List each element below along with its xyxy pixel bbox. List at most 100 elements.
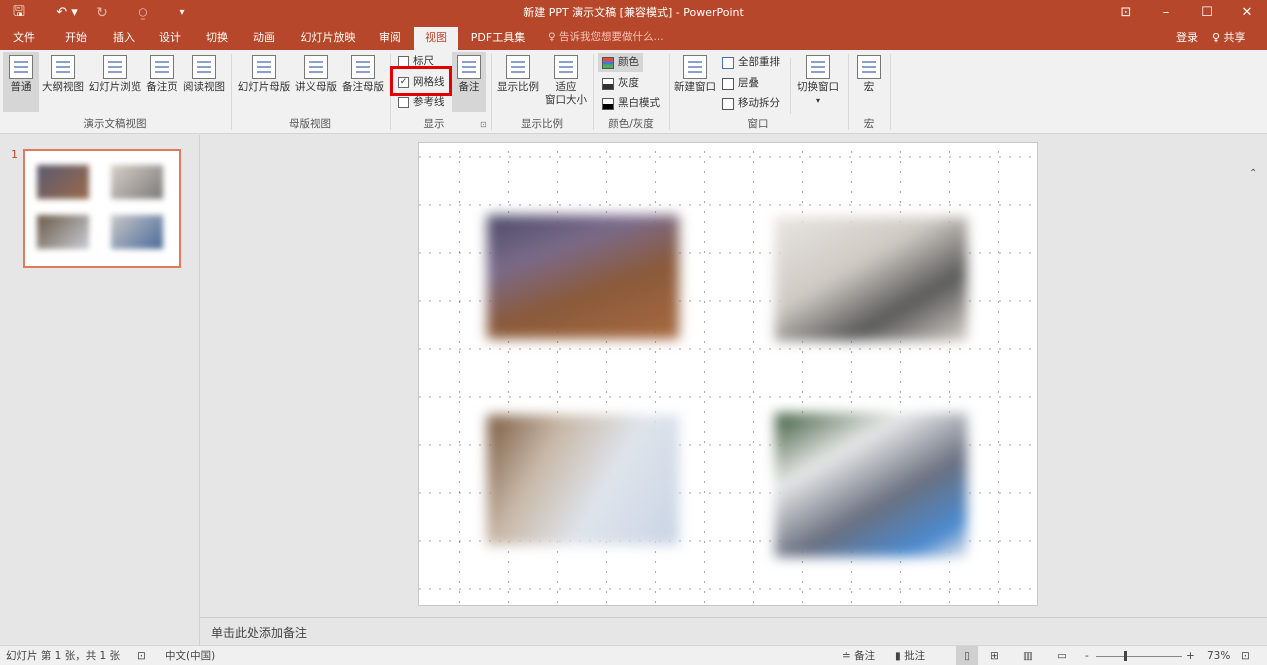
cascade-button[interactable]: 层叠	[722, 74, 759, 93]
notes-pane[interactable]: 单击此处添加备注	[200, 617, 1267, 645]
normal-view-status-icon[interactable]: ▯	[956, 646, 978, 665]
group-divider	[790, 58, 791, 114]
arrange-all-icon	[722, 56, 734, 69]
slide-count-status: 幻灯片 第 1 张，共 1 张	[6, 650, 121, 662]
slide-image-laptop-desk[interactable]	[487, 215, 679, 339]
new-window-button[interactable]: 新建窗口	[672, 52, 718, 112]
group-label-zoom: 显示比例	[521, 118, 563, 130]
slide-image-desk-items[interactable]	[775, 413, 967, 557]
tab-animations[interactable]: 动画	[244, 25, 284, 50]
group-label-color: 颜色/灰度	[608, 118, 654, 130]
magnifier-icon	[506, 55, 530, 79]
handout-master-button[interactable]: 讲义母版	[293, 52, 339, 112]
slide-master-icon	[252, 55, 276, 79]
redo-icon[interactable]: ↻	[92, 0, 112, 25]
save-icon[interactable]: 🖫	[8, 0, 30, 25]
slide-master-button[interactable]: 幻灯片母版	[236, 52, 292, 112]
close-button[interactable]: ✕	[1227, 0, 1267, 25]
spell-check-icon[interactable]: ⊡	[137, 646, 146, 665]
notes-master-button[interactable]: 备注母版	[340, 52, 386, 112]
group-label-window: 窗口	[747, 118, 769, 130]
slide-sorter-button[interactable]: 幻灯片浏览	[87, 52, 143, 112]
macros-icon	[857, 55, 881, 79]
move-split-button[interactable]: 移动拆分	[722, 94, 780, 113]
reading-view-status-icon[interactable]: ▥	[1023, 646, 1033, 665]
arrange-all-button[interactable]: 全部重排	[722, 53, 780, 72]
black-white-swatch-icon	[602, 97, 614, 110]
handout-master-icon	[304, 55, 328, 79]
notes-page-button[interactable]: 备注页	[144, 52, 180, 112]
group-divider	[848, 54, 849, 130]
tab-insert[interactable]: 插入	[104, 25, 144, 50]
zoom-out-button[interactable]: -	[1085, 646, 1089, 665]
slide-sorter-icon	[103, 55, 127, 79]
sign-in-link[interactable]: 登录	[1176, 25, 1198, 50]
fit-slide-icon[interactable]: ⊡	[1241, 646, 1250, 665]
tab-view[interactable]: 视图	[414, 27, 458, 50]
slide-image-tablet-hand[interactable]	[487, 415, 679, 545]
group-label-presentation-views: 演示文稿视图	[83, 118, 147, 130]
dropdown-arrow-icon: ▾	[815, 96, 820, 105]
zoom-level[interactable]: 73%	[1207, 646, 1230, 665]
group-label-show: 显示	[423, 118, 445, 130]
notes-icon	[457, 55, 481, 79]
grayscale-button[interactable]: 灰度	[602, 74, 639, 93]
reading-view-button[interactable]: 阅读视图	[181, 52, 227, 112]
gridlines-highlight-box	[390, 66, 452, 96]
minimize-button[interactable]: –	[1146, 0, 1186, 25]
tell-me-search[interactable]: ♀ 告诉我您想要做什么...	[548, 25, 664, 50]
tab-slide-show[interactable]: 幻灯片放映	[292, 25, 364, 50]
maximize-button[interactable]: ☐	[1187, 0, 1227, 25]
fit-to-window-button[interactable]: 适应 窗口大小	[542, 52, 590, 112]
ribbon-display-options-icon[interactable]: ⊡	[1106, 0, 1146, 25]
new-window-icon	[683, 55, 707, 79]
start-from-beginning-icon[interactable]: ⍜	[132, 0, 154, 25]
zoom-slider-thumb[interactable]	[1124, 651, 1127, 661]
grayscale-swatch-icon	[602, 77, 614, 90]
tab-pdf-tools[interactable]: PDF工具集	[466, 25, 530, 50]
slide-canvas[interactable]	[418, 142, 1038, 606]
notes-status-button[interactable]: ≐ 备注	[842, 646, 875, 665]
zoom-slider-track[interactable]	[1096, 656, 1182, 657]
zoom-button[interactable]: 显示比例	[495, 52, 541, 112]
color-button[interactable]: 颜色	[598, 53, 643, 72]
group-divider	[890, 54, 891, 130]
window-title: 新建 PPT 演示文稿 [兼容模式] - PowerPoint	[523, 6, 744, 19]
thumbnail-image	[111, 165, 163, 199]
ribbon-view: 普通 大纲视图 幻灯片浏览 备注页 阅读视图 演示文稿视图 幻灯片母版 讲义母版…	[0, 50, 1267, 179]
black-white-button[interactable]: 黑白模式	[602, 94, 660, 113]
ribbon-tabs: 文件 开始 插入 设计 切换 动画 幻灯片放映 审阅 视图 PDF工具集 ♀ 告…	[0, 25, 1267, 50]
zoom-in-button[interactable]: +	[1186, 646, 1195, 665]
checkbox-unchecked-icon	[398, 55, 409, 67]
slide-image-keyboard-notebook[interactable]	[775, 217, 967, 341]
tab-transitions[interactable]: 切换	[197, 25, 237, 50]
color-swatch-icon	[602, 56, 614, 69]
normal-view-button[interactable]: 普通	[3, 52, 39, 112]
undo-icon[interactable]: ↶ ▾	[50, 0, 84, 25]
customize-quick-access-icon[interactable]: ▾	[174, 0, 190, 25]
slide-thumbnail[interactable]	[23, 149, 181, 268]
share-button[interactable]: ♀ 共享	[1212, 25, 1246, 50]
slide-show-status-icon[interactable]: ▭	[1057, 646, 1067, 665]
slide-sorter-status-icon[interactable]: ⊞	[990, 646, 999, 665]
outline-view-button[interactable]: 大纲视图	[40, 52, 86, 112]
tab-design[interactable]: 设计	[150, 25, 190, 50]
collapse-ribbon-icon[interactable]: ⌃	[1249, 168, 1257, 179]
tab-file[interactable]: 文件	[4, 25, 44, 50]
tab-review[interactable]: 审阅	[370, 25, 410, 50]
macros-button[interactable]: 宏	[852, 52, 886, 112]
group-label-macros: 宏	[863, 118, 875, 130]
language-status[interactable]: 中文(中国)	[165, 646, 215, 665]
checkbox-unchecked-icon	[398, 96, 409, 108]
outline-view-icon	[51, 55, 75, 79]
switch-windows-button[interactable]: 切换窗口 ▾	[794, 52, 842, 112]
thumbnail-image	[111, 215, 163, 249]
notes-page-icon	[150, 55, 174, 79]
switch-windows-icon	[806, 55, 830, 79]
thumbnail-image	[37, 215, 89, 249]
tab-home[interactable]: 开始	[56, 25, 96, 50]
notes-toggle-button[interactable]: 备注	[452, 52, 486, 112]
comments-status-button[interactable]: ▮ 批注	[895, 646, 925, 665]
title-bar: 🖫 ↶ ▾ ↻ ⍜ ▾ 新建 PPT 演示文稿 [兼容模式] - PowerPo…	[0, 0, 1267, 25]
show-dialog-launcher-icon[interactable]: ⊡	[480, 120, 487, 129]
